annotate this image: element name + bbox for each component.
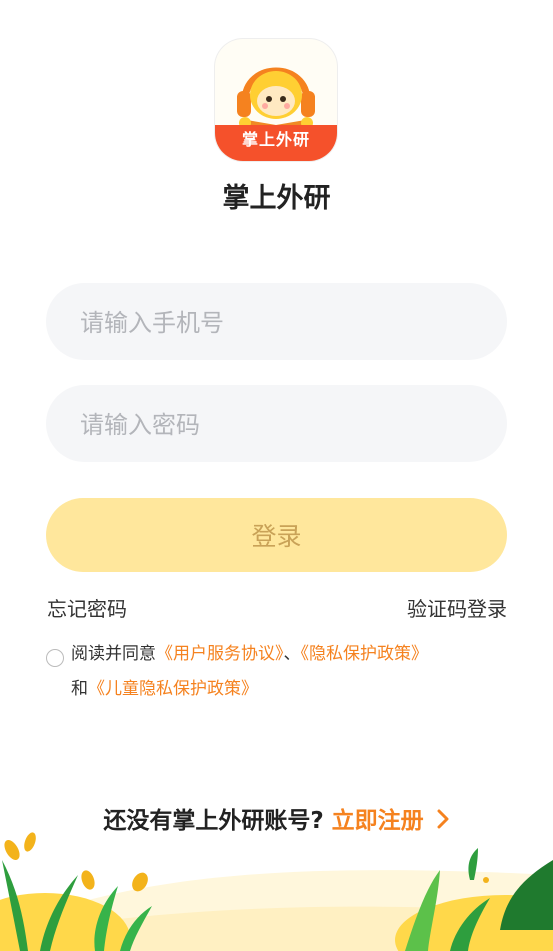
bottom-scenery	[0, 832, 553, 951]
phone-input[interactable]	[78, 283, 462, 362]
agree-radio[interactable]	[46, 649, 64, 667]
logo-text: 掌上外研	[215, 125, 337, 161]
password-field[interactable]	[46, 385, 507, 464]
privacy-policy-link[interactable]: 《隐私保护政策》	[301, 644, 429, 664]
agree-prefix: 阅读并同意	[71, 644, 156, 664]
phone-field[interactable]	[46, 283, 507, 362]
user-agreement-link[interactable]: 《用户服务协议》	[156, 644, 284, 664]
forgot-password-link[interactable]: 忘记密码	[47, 593, 127, 622]
agree-and: 和	[71, 679, 88, 699]
app-name: 掌上外研	[222, 183, 331, 214]
app-logo: 掌上外研	[215, 39, 337, 161]
login-button[interactable]: 登录	[46, 498, 507, 572]
agree-separator: 、	[283, 644, 301, 664]
child-privacy-policy-link[interactable]: 《儿童隐私保护政策》	[88, 679, 258, 699]
password-input[interactable]	[78, 385, 462, 464]
sms-login-link[interactable]: 验证码登录	[407, 593, 507, 622]
